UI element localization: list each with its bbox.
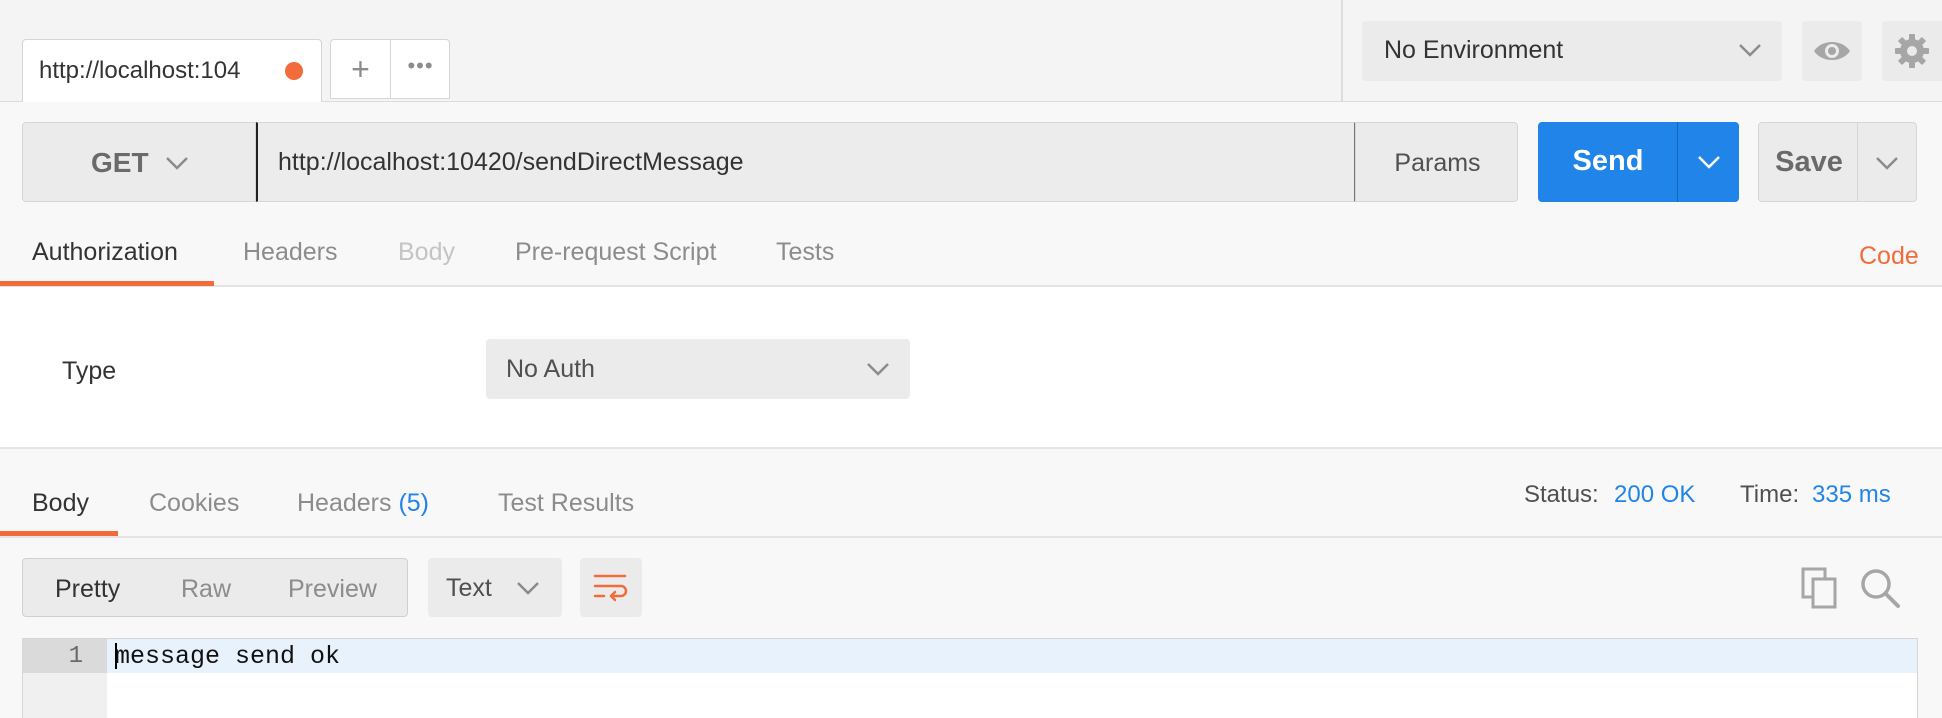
response-format-select[interactable]: Text xyxy=(428,558,562,617)
save-label: Save xyxy=(1775,146,1843,178)
text-cursor xyxy=(115,643,117,669)
auth-type-select[interactable]: No Auth xyxy=(486,339,910,399)
url-input[interactable] xyxy=(256,122,1356,202)
auth-type-label: Type xyxy=(62,357,117,385)
response-tab-headers[interactable]: Headers (5) xyxy=(297,489,429,518)
send-options-button[interactable] xyxy=(1677,122,1739,202)
header-divider xyxy=(1341,0,1343,102)
active-response-tab-indicator xyxy=(0,531,118,536)
response-tab-cookies[interactable]: Cookies xyxy=(149,489,239,518)
chevron-down-icon xyxy=(1876,157,1898,170)
line-number: 1 xyxy=(68,643,83,670)
copy-icon[interactable] xyxy=(1800,566,1840,610)
environment-quick-look-button[interactable] xyxy=(1802,21,1862,81)
tab-tests[interactable]: Tests xyxy=(776,238,834,267)
response-format-label: Text xyxy=(446,574,492,602)
environment-select[interactable]: No Environment xyxy=(1362,21,1782,81)
unsaved-indicator xyxy=(285,62,303,80)
tab-pre-request-script[interactable]: Pre-request Script xyxy=(515,238,716,267)
search-icon[interactable] xyxy=(1858,566,1902,610)
params-button[interactable]: Params xyxy=(1355,122,1518,202)
settings-button[interactable] xyxy=(1882,21,1942,81)
response-body-text: message send ok xyxy=(115,642,341,671)
method-label: GET xyxy=(91,147,149,178)
auth-type-value: No Auth xyxy=(506,355,595,383)
send-label: Send xyxy=(1572,145,1644,177)
method-select[interactable]: GET xyxy=(22,122,256,202)
save-options-button[interactable] xyxy=(1857,122,1917,202)
send-button[interactable]: Send xyxy=(1538,122,1678,202)
status-label: Status: xyxy=(1524,481,1599,508)
save-button[interactable]: Save xyxy=(1758,122,1858,202)
response-tab-body[interactable]: Body xyxy=(32,489,89,518)
response-tab-test-results[interactable]: Test Results xyxy=(498,489,634,518)
time-label: Time: xyxy=(1740,481,1800,508)
response-tabs-divider xyxy=(0,536,1942,538)
authorization-panel: Type No Auth xyxy=(0,287,1942,449)
request-tab[interactable]: http://localhost:104 xyxy=(22,39,322,102)
chevron-down-icon xyxy=(517,582,539,595)
tab-headers[interactable]: Headers xyxy=(243,238,338,267)
params-label: Params xyxy=(1394,149,1481,177)
headers-count: (5) xyxy=(398,489,430,517)
chevron-down-icon xyxy=(1698,156,1720,169)
code-link[interactable]: Code xyxy=(1859,242,1919,271)
response-view-toggle: Pretty Raw Preview xyxy=(22,558,408,617)
new-tab-button[interactable]: + xyxy=(331,40,390,98)
tab-body[interactable]: Body xyxy=(398,238,455,267)
wrap-icon xyxy=(593,574,628,602)
view-preview[interactable]: Preview xyxy=(288,575,377,604)
response-editor[interactable]: 1 message send ok xyxy=(22,638,1918,718)
tab-authorization[interactable]: Authorization xyxy=(32,238,178,267)
wrap-lines-button[interactable] xyxy=(580,558,642,617)
eye-icon xyxy=(1814,42,1850,60)
chevron-down-icon xyxy=(1739,44,1761,57)
chevron-down-icon xyxy=(867,363,889,376)
tab-actions: + ••• xyxy=(330,39,450,99)
more-tabs-button[interactable]: ••• xyxy=(391,40,450,98)
view-raw[interactable]: Raw xyxy=(181,575,231,604)
view-pretty[interactable]: Pretty xyxy=(55,575,120,604)
active-line-highlight xyxy=(107,639,1917,673)
environment-label: No Environment xyxy=(1384,36,1564,64)
time-value: 335 ms xyxy=(1812,481,1891,508)
chevron-down-icon xyxy=(166,157,188,170)
response-tab-headers-label: Headers xyxy=(297,489,392,517)
request-tab-label: http://localhost:104 xyxy=(39,57,241,84)
gear-icon xyxy=(1895,34,1929,68)
active-tab-indicator xyxy=(0,281,214,286)
status-value: 200 OK xyxy=(1614,481,1696,508)
